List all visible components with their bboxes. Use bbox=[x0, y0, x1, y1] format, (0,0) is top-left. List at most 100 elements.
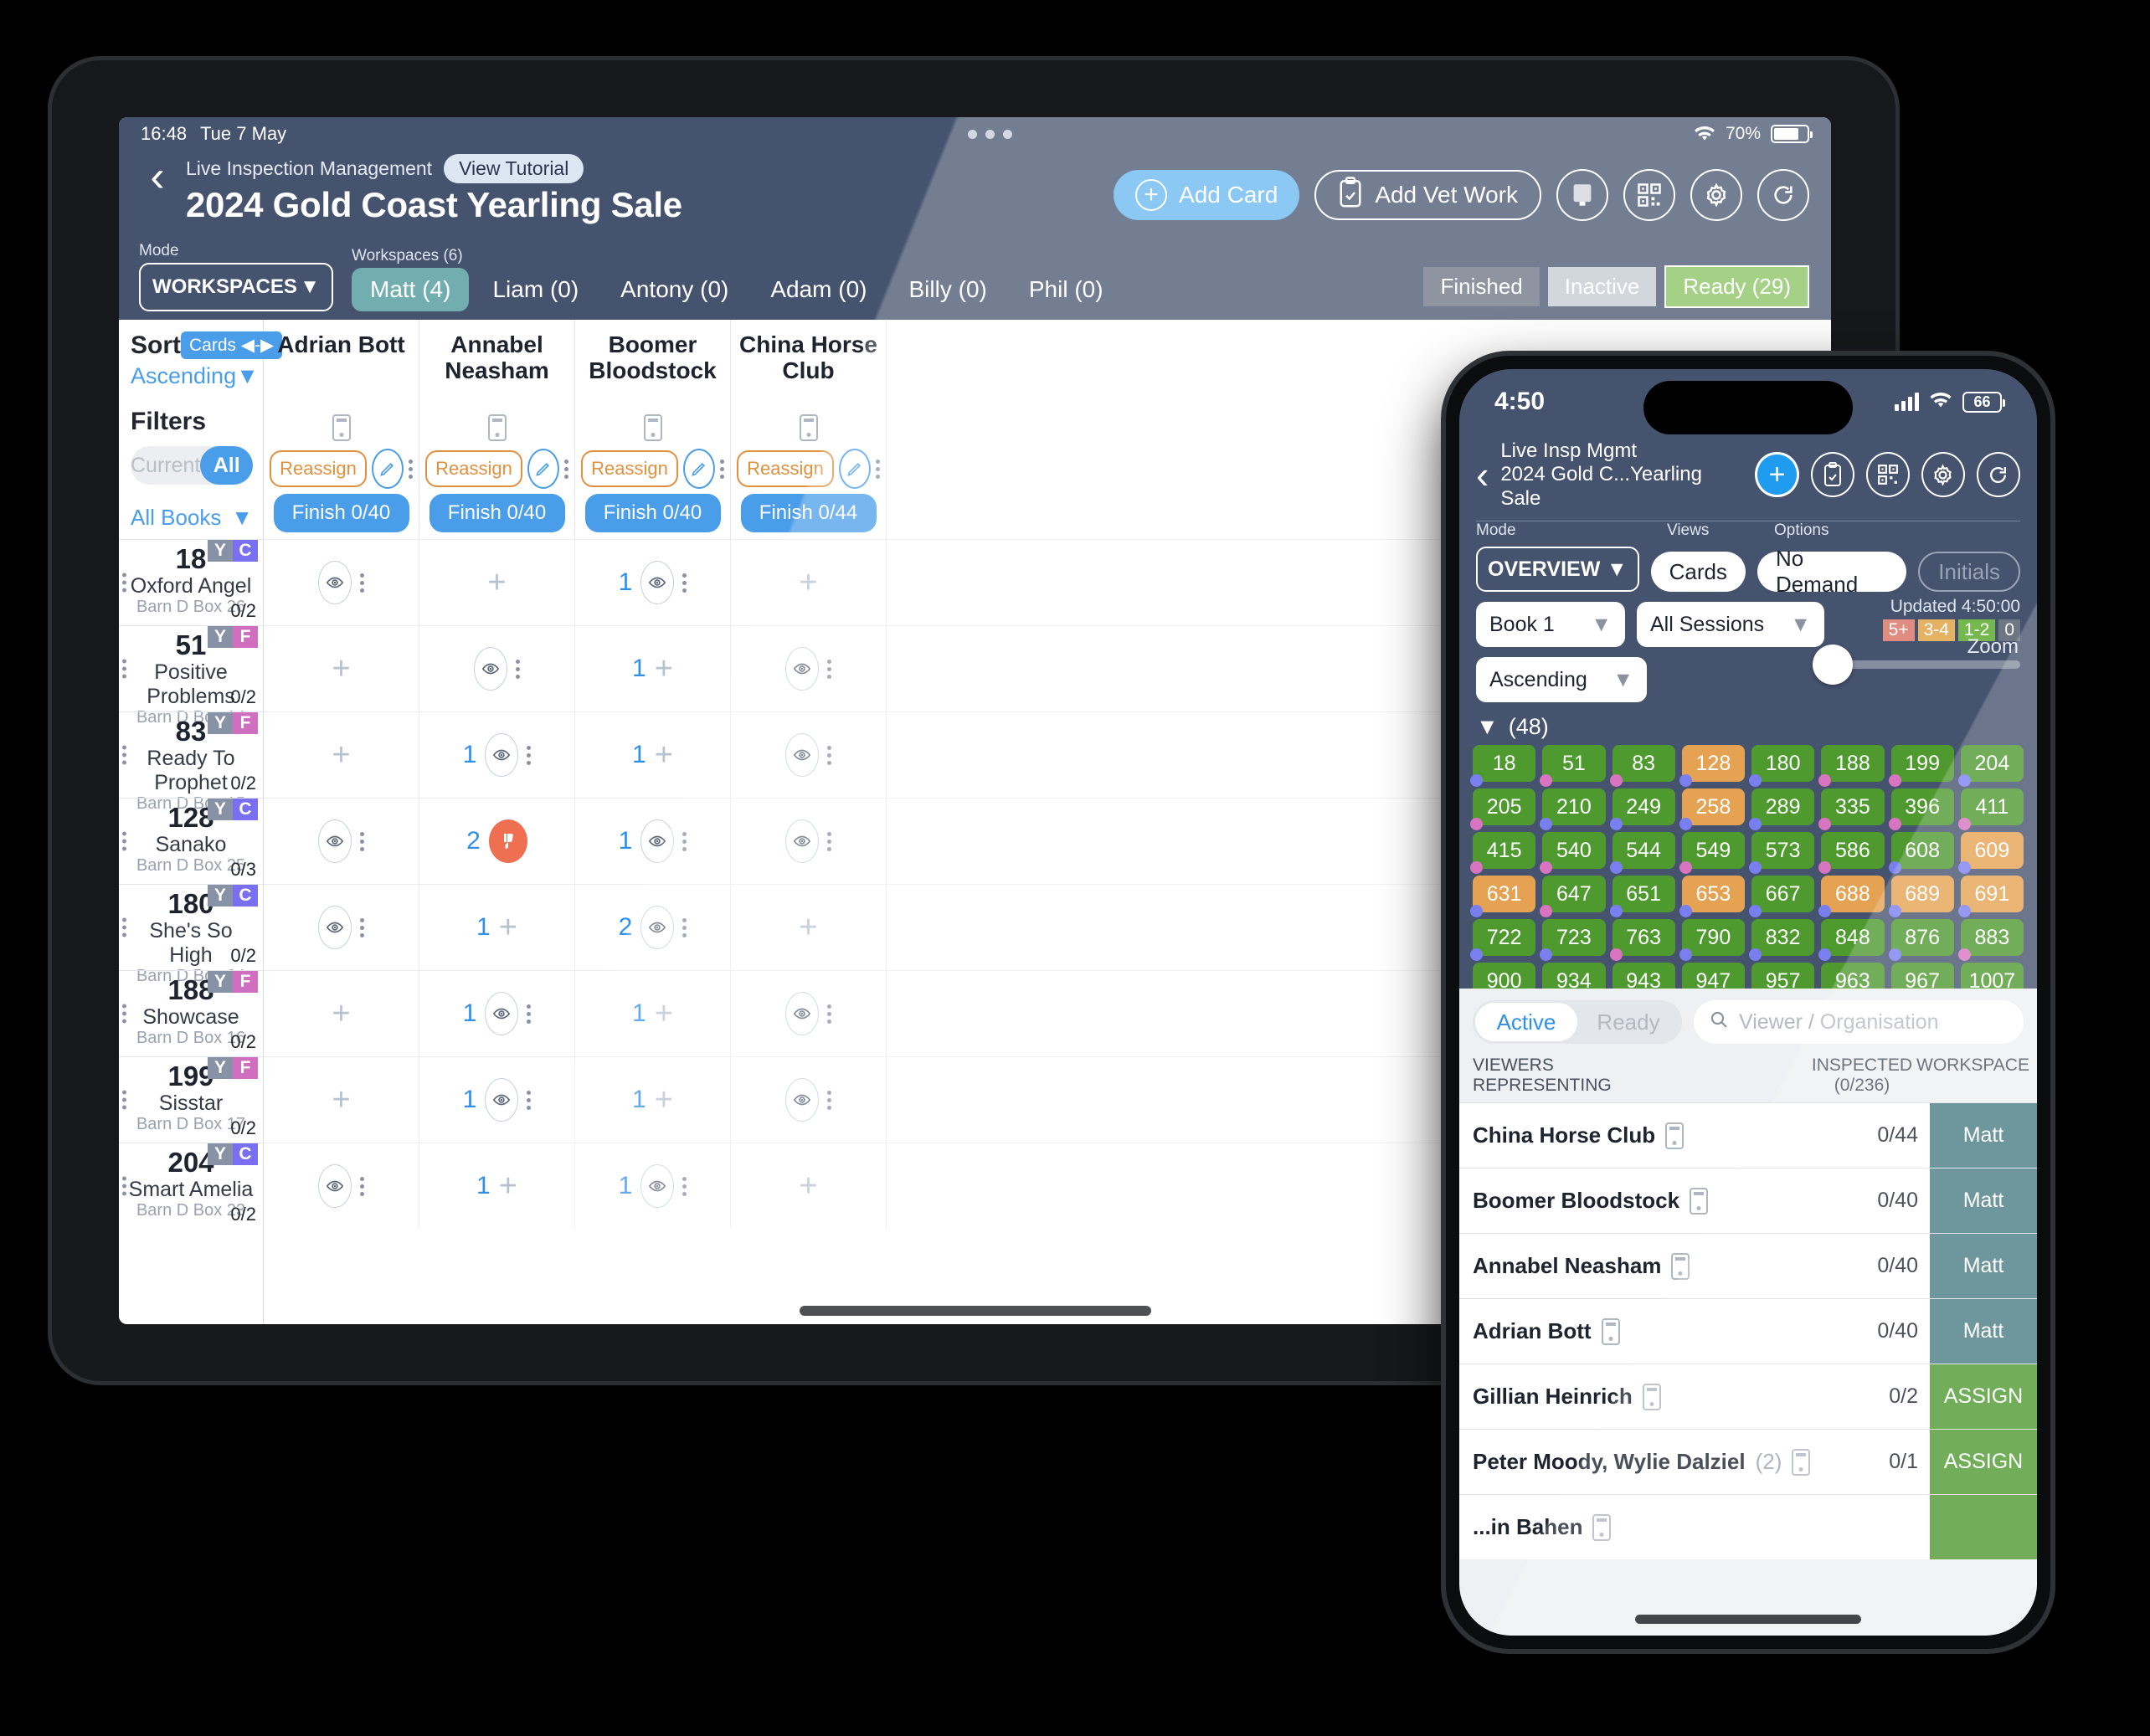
reassign-button[interactable]: Reassign bbox=[425, 450, 522, 487]
clipboard-check-icon[interactable] bbox=[1810, 452, 1854, 498]
reassign-button[interactable]: Reassign bbox=[270, 450, 367, 487]
lot-chip[interactable]: 573 bbox=[1749, 832, 1815, 875]
viewer-workspace-button[interactable] bbox=[1930, 1495, 2037, 1560]
views-cards-button[interactable]: Cards bbox=[1650, 552, 1746, 593]
cell-menu-icon[interactable] bbox=[682, 573, 687, 593]
eye-icon[interactable] bbox=[485, 992, 519, 1035]
ready-button[interactable]: Ready (29) bbox=[1664, 265, 1809, 308]
row-menu-icon[interactable] bbox=[122, 831, 126, 851]
plus-icon[interactable]: + bbox=[655, 653, 673, 685]
eye-icon[interactable] bbox=[640, 561, 675, 604]
lot-chip[interactable]: 608 bbox=[1888, 832, 1954, 875]
reassign-button[interactable]: Reassign bbox=[737, 450, 834, 487]
book-select[interactable]: Book 1 ▼ bbox=[1476, 602, 1625, 648]
gear-icon[interactable] bbox=[1921, 452, 1965, 498]
cell-menu-icon[interactable] bbox=[827, 831, 831, 851]
viewer-row[interactable]: Adrian Bott 0/40 Matt bbox=[1459, 1298, 2037, 1364]
plus-icon[interactable]: + bbox=[799, 912, 817, 943]
column-menu-icon[interactable] bbox=[408, 459, 413, 479]
eye-icon[interactable] bbox=[785, 819, 819, 863]
lot-chip[interactable]: 128 bbox=[1679, 745, 1745, 788]
eye-icon[interactable] bbox=[785, 733, 819, 777]
grid-cell[interactable]: + bbox=[264, 712, 419, 798]
lot-chip[interactable]: 647 bbox=[1540, 876, 1606, 918]
filter-all-option[interactable]: All bbox=[200, 446, 253, 485]
eye-icon[interactable] bbox=[640, 1164, 675, 1208]
gear-icon[interactable] bbox=[1690, 169, 1742, 221]
tab-ready[interactable]: Ready bbox=[1577, 1003, 1679, 1041]
filter-current-option[interactable]: Current bbox=[131, 446, 200, 485]
eye-icon[interactable] bbox=[640, 819, 675, 863]
cell-menu-icon[interactable] bbox=[527, 1004, 532, 1024]
viewer-row[interactable]: ...in Bahen bbox=[1459, 1494, 2037, 1560]
cell-menu-icon[interactable] bbox=[360, 1176, 364, 1196]
lot-chip[interactable]: 258 bbox=[1679, 788, 1745, 831]
lot-chip[interactable]: 832 bbox=[1749, 919, 1815, 962]
add-vet-work-button[interactable]: Add Vet Work bbox=[1314, 170, 1541, 220]
more-options-icon[interactable] bbox=[968, 129, 1013, 139]
add-card-button[interactable]: + Add Card bbox=[1114, 170, 1300, 220]
plus-icon[interactable]: + bbox=[655, 1084, 673, 1116]
lot-chip[interactable]: 18 bbox=[1470, 745, 1536, 788]
grid-cell[interactable]: 1 bbox=[575, 799, 731, 884]
lot-chip[interactable]: 188 bbox=[1818, 745, 1885, 788]
grid-cell[interactable]: 2 bbox=[575, 885, 731, 970]
grid-cell[interactable]: 1 + bbox=[419, 885, 575, 970]
thumbs-down-icon[interactable] bbox=[488, 819, 527, 863]
lot-chip[interactable]: 540 bbox=[1540, 832, 1606, 875]
finish-button[interactable]: Finish 0/40 bbox=[584, 494, 721, 532]
grid-cell[interactable]: 1 + bbox=[575, 1057, 731, 1143]
lot-chip[interactable]: 691 bbox=[1957, 876, 2024, 918]
grid-cell[interactable]: + bbox=[419, 540, 575, 625]
finish-button[interactable]: Finish 0/40 bbox=[273, 494, 409, 532]
lot-chip[interactable]: 180 bbox=[1749, 745, 1815, 788]
lot-chip[interactable]: 204 bbox=[1957, 745, 2024, 788]
workspace-tab-liam[interactable]: Liam (0) bbox=[474, 268, 597, 311]
plus-icon[interactable]: + bbox=[487, 567, 506, 598]
table-row[interactable]: YF 83 Ready To Prophet Barn D Box 15 0/2 bbox=[119, 711, 263, 813]
lot-chip[interactable]: 723 bbox=[1540, 919, 1606, 962]
cell-menu-icon[interactable] bbox=[827, 659, 831, 679]
lot-chip[interactable]: 396 bbox=[1888, 788, 1954, 831]
lot-chip[interactable]: 722 bbox=[1470, 919, 1536, 962]
eye-icon[interactable] bbox=[785, 992, 819, 1035]
grid-cell[interactable]: + bbox=[264, 971, 419, 1056]
plus-icon[interactable]: + bbox=[499, 1170, 517, 1202]
cell-menu-icon[interactable] bbox=[827, 1004, 831, 1024]
lot-chip[interactable]: 667 bbox=[1749, 876, 1815, 918]
lot-chip[interactable]: 83 bbox=[1609, 745, 1675, 788]
cell-menu-icon[interactable] bbox=[527, 1090, 532, 1110]
plus-icon[interactable]: + bbox=[332, 653, 350, 685]
mode-select[interactable]: OVERVIEW ▼ bbox=[1476, 547, 1639, 593]
grid-cell[interactable]: + bbox=[731, 1143, 887, 1229]
eye-icon[interactable] bbox=[318, 1164, 352, 1208]
cell-menu-icon[interactable] bbox=[360, 831, 364, 851]
lot-chip[interactable]: 199 bbox=[1888, 745, 1954, 788]
lot-chip[interactable]: 249 bbox=[1609, 788, 1675, 831]
table-row[interactable]: YF 188 Showcase Barn D Box 16 0/2 bbox=[119, 970, 263, 1056]
row-menu-icon[interactable] bbox=[122, 1090, 126, 1110]
refresh-icon[interactable] bbox=[1757, 169, 1809, 221]
sort-order-select[interactable]: Ascending ▼ bbox=[131, 363, 259, 389]
grid-cell[interactable]: 1 + bbox=[575, 626, 731, 711]
lot-chip[interactable]: 651 bbox=[1609, 876, 1675, 918]
grid-cell[interactable]: 1 + bbox=[575, 971, 731, 1056]
plus-icon[interactable]: + bbox=[332, 998, 350, 1030]
lot-chip[interactable]: 210 bbox=[1540, 788, 1606, 831]
row-menu-icon[interactable] bbox=[122, 745, 126, 765]
display-icon[interactable] bbox=[1556, 169, 1608, 221]
viewer-workspace-button[interactable]: Matt bbox=[1930, 1168, 2037, 1234]
grid-cell[interactable] bbox=[419, 626, 575, 711]
grid-cell[interactable]: + bbox=[731, 540, 887, 625]
qr-code-icon[interactable] bbox=[1865, 452, 1910, 498]
viewer-row[interactable]: Boomer Bloodstock 0/40 Matt bbox=[1459, 1168, 2037, 1234]
edit-pencil-icon[interactable] bbox=[682, 449, 715, 489]
reassign-button[interactable]: Reassign bbox=[581, 450, 678, 487]
plus-icon[interactable]: + bbox=[332, 1084, 350, 1116]
plus-icon[interactable]: + bbox=[799, 1170, 817, 1202]
zoom-slider-knob[interactable] bbox=[1813, 645, 1853, 686]
cell-menu-icon[interactable] bbox=[360, 573, 364, 593]
viewer-row[interactable]: China Horse Club 0/44 Matt bbox=[1459, 1102, 2037, 1168]
plus-icon[interactable]: + bbox=[499, 912, 517, 943]
eye-icon[interactable] bbox=[485, 1078, 519, 1122]
